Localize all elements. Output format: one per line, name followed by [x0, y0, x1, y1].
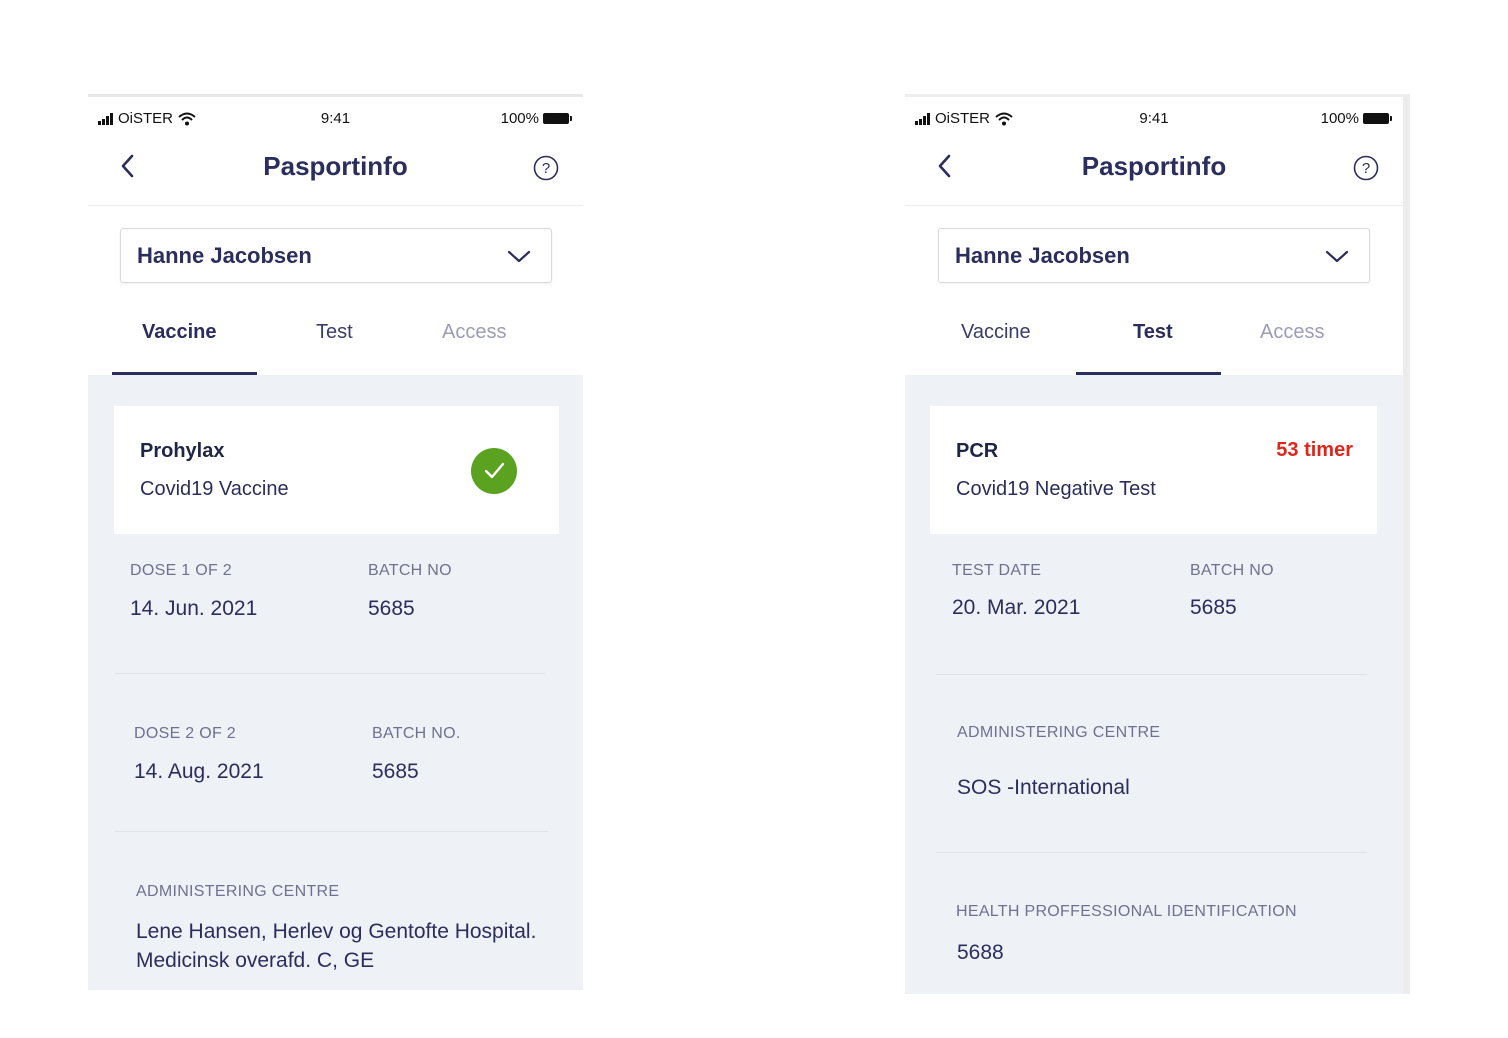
person-dropdown[interactable]: Hanne Jacobsen — [938, 228, 1370, 283]
svg-text:?: ? — [1362, 160, 1370, 177]
page-title: Pasportinfo — [263, 151, 408, 181]
tab-access[interactable]: Access — [1260, 321, 1324, 344]
page-title: Pasportinfo — [1081, 151, 1227, 181]
chevron-down-icon — [507, 250, 531, 263]
person-name: Hanne Jacobsen — [137, 243, 312, 268]
tab-test[interactable]: Test — [316, 321, 353, 344]
dose2-label: DOSE 2 OF 2 — [134, 725, 236, 742]
chevron-down-icon — [1325, 250, 1349, 263]
svg-text:?: ? — [542, 160, 550, 177]
test-date-label: TEST DATE — [952, 562, 1042, 579]
nav-header: Pasportinfo ? — [905, 141, 1403, 206]
tab-bar: Vaccine Test Access — [905, 307, 1403, 377]
battery-percent: 100% — [1320, 110, 1359, 127]
dose2-batch: 5685 — [372, 760, 419, 783]
battery-percent: 100% — [500, 110, 539, 127]
centre-line-2: Medicinsk overafd. C, GE — [136, 949, 375, 972]
hp-id-label: HEALTH PROFFESSIONAL IDENTIFICATION — [956, 903, 1297, 920]
help-icon[interactable]: ? — [1353, 155, 1379, 181]
vaccine-card[interactable]: Prohylax Covid19 Vaccine — [114, 406, 559, 534]
vaccine-screen: OiSTER 9:41 100% Pasportinfo ? Hanne Jac… — [88, 94, 583, 990]
test-date: 20. Mar. 2021 — [952, 596, 1081, 619]
nav-header: Pasportinfo ? — [88, 141, 583, 206]
checkmark-icon — [484, 462, 505, 479]
tab-bar: Vaccine Test Access — [88, 307, 583, 377]
person-dropdown[interactable]: Hanne Jacobsen — [120, 228, 552, 283]
test-result: Covid19 Negative Test — [956, 478, 1156, 500]
status-bar: OiSTER 9:41 100% — [88, 97, 583, 141]
dose1-batch: 5685 — [368, 597, 415, 620]
tab-access[interactable]: Access — [442, 321, 506, 344]
test-card[interactable]: PCR Covid19 Negative Test 53 timer — [930, 406, 1377, 534]
divider — [115, 673, 545, 674]
details-panel: PCR Covid19 Negative Test 53 timer TEST … — [905, 375, 1403, 994]
divider — [936, 852, 1367, 853]
vaccine-name: Prohylax — [140, 440, 225, 462]
tab-vaccine[interactable]: Vaccine — [961, 321, 1031, 344]
battery-icon — [543, 113, 572, 124]
dose2-date: 14. Aug. 2021 — [134, 760, 264, 783]
divider — [936, 674, 1367, 675]
centre-value: SOS -International — [957, 776, 1130, 799]
validity-timer: 53 timer — [1276, 439, 1353, 461]
centre-line-1: Lene Hansen, Herlev og Gentofte Hospital… — [136, 920, 537, 943]
test-batch: 5685 — [1190, 596, 1237, 619]
vaccine-type: Covid19 Vaccine — [140, 478, 289, 500]
dose2-batch-label: BATCH NO. — [372, 725, 461, 742]
centre-label: ADMINISTERING CENTRE — [957, 724, 1161, 741]
divider — [115, 831, 548, 832]
test-batch-label: BATCH NO — [1190, 562, 1274, 579]
dose1-date: 14. Jun. 2021 — [130, 597, 258, 620]
battery-icon — [1363, 113, 1392, 124]
person-name: Hanne Jacobsen — [955, 243, 1130, 268]
details-panel: Prohylax Covid19 Vaccine DOSE 1 OF 2 14.… — [88, 375, 583, 990]
tab-vaccine[interactable]: Vaccine — [142, 321, 217, 344]
tab-test[interactable]: Test — [1133, 321, 1173, 344]
centre-value: Lene Hansen, Herlev og Gentofte Hospital… — [136, 917, 536, 975]
centre-label: ADMINISTERING CENTRE — [136, 883, 340, 900]
verified-badge — [471, 448, 517, 494]
test-screen: OiSTER 9:41 100% Pasportinfo ? Hanne Jac… — [905, 94, 1410, 994]
help-icon[interactable]: ? — [533, 155, 559, 181]
hp-id-value: 5688 — [957, 941, 1004, 964]
dose1-label: DOSE 1 OF 2 — [130, 562, 232, 579]
test-type: PCR — [956, 440, 999, 462]
status-bar: OiSTER 9:41 100% — [905, 97, 1403, 141]
dose1-batch-label: BATCH NO — [368, 562, 452, 579]
